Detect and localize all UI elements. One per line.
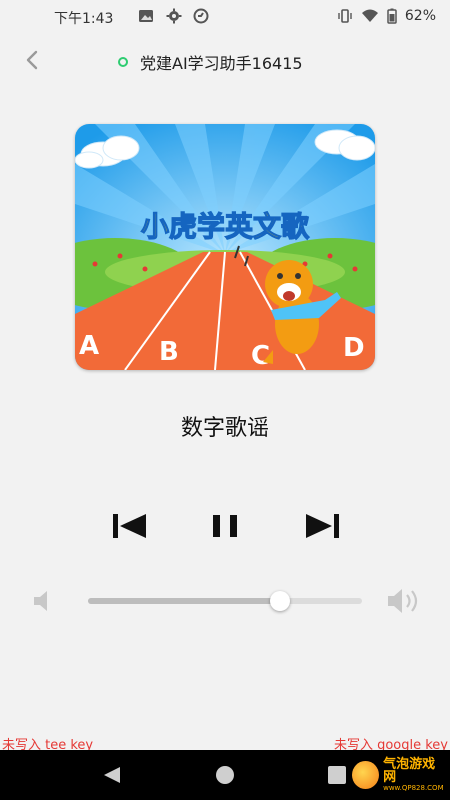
- volume-slider-thumb[interactable]: [269, 591, 290, 611]
- data-saver-icon: [193, 8, 209, 24]
- gallery-icon: [139, 10, 153, 22]
- nav-back-icon[interactable]: [102, 766, 122, 784]
- cover-title: 小虎学英文歌: [141, 210, 310, 243]
- settings-gear-icon: [166, 8, 182, 24]
- song-title: 数字歌谣: [180, 416, 269, 441]
- cover-letter-a: A: [79, 331, 99, 361]
- previous-track-icon[interactable]: [110, 506, 150, 546]
- volume-control: [0, 584, 450, 616]
- nav-home-icon[interactable]: [216, 766, 234, 784]
- title-group: 党建AI学习助手16415: [118, 50, 303, 74]
- wifi-icon: [361, 9, 378, 22]
- nav-recent-apps-icon[interactable]: [328, 766, 346, 784]
- cover-letter-b: B: [159, 337, 179, 367]
- status-bar: 下午1:43 62%: [0, 0, 450, 34]
- cover-letter-c: C: [251, 341, 270, 370]
- watermark-bubble-icon: [352, 761, 380, 789]
- volume-high-icon: [388, 589, 418, 613]
- top-bar: 党建AI学习助手16415: [0, 38, 450, 82]
- volume-low-icon: [34, 591, 47, 611]
- watermark-text: 气泡游戏网: [383, 757, 436, 785]
- navigation-bar: 气泡游戏网 www.QP828.COM: [0, 750, 450, 800]
- volume-slider[interactable]: [88, 591, 362, 611]
- album-cover: A B C D 小虎学英文歌: [75, 124, 375, 370]
- cover-letter-d: D: [343, 333, 365, 363]
- playback-controls: [0, 506, 450, 550]
- pause-icon[interactable]: [205, 506, 245, 546]
- page-title: 党建AI学习助手16415: [140, 54, 303, 73]
- status-right: 62%: [337, 8, 436, 24]
- next-track-icon[interactable]: [302, 506, 342, 546]
- status-time: 下午1:43: [54, 11, 114, 27]
- volume-slider-fill: [88, 598, 280, 604]
- online-status-icon: [118, 57, 128, 67]
- battery-icon: [387, 8, 397, 24]
- album-cover-art: A B C D 小虎学英文歌: [75, 124, 375, 370]
- watermark-logo: 气泡游戏网 www.QP828.COM: [352, 758, 446, 792]
- back-arrow-icon[interactable]: [18, 46, 46, 74]
- watermark-url: www.QP828.COM: [383, 784, 444, 792]
- vibrate-icon: [338, 9, 352, 23]
- battery-percent: 62%: [404, 8, 436, 24]
